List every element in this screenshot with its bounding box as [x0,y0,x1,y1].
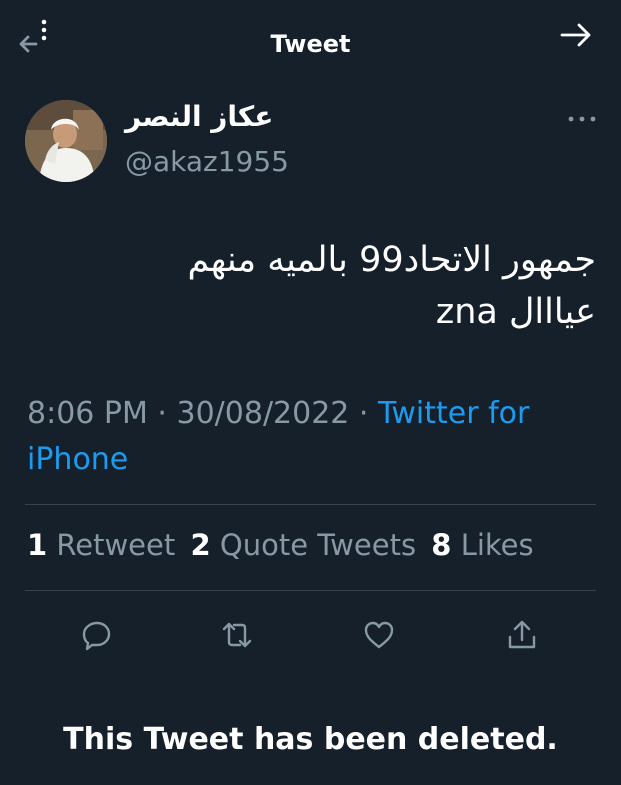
quotes-stat[interactable]: 2 Quote Tweets [190,528,416,562]
reply-icon[interactable] [80,618,114,652]
likes-stat[interactable]: 8 Likes [431,528,533,562]
tweet-timestamp: 8:06 PM · 30/08/2022 · [27,396,379,431]
tweet-text-line-2: عيااال zna [36,286,596,338]
engagement-stats: 1 Retweet 2 Quote Tweets 8 Likes [27,528,534,562]
top-bar: Tweet [0,0,621,90]
heart-icon[interactable] [362,618,396,652]
divider [25,504,596,505]
retweet-icon[interactable] [220,618,254,652]
tweet-text-word: عيااال [509,292,596,332]
avatar[interactable] [25,100,107,182]
share-icon[interactable] [505,618,539,652]
avatar-image [25,100,107,182]
likes-label: Likes [460,528,534,562]
retweets-count: 1 [27,528,48,562]
retweets-stat[interactable]: 1 Retweet [27,528,175,562]
divider [25,590,596,591]
page-title: Tweet [270,30,351,58]
tweet-text-latin: zna [435,292,498,332]
retweets-label: Retweet [56,528,176,562]
author-display-name[interactable]: عكاز النصر [125,100,325,133]
deleted-notice: This Tweet has been deleted. [63,722,558,757]
quotes-label: Quote Tweets [219,528,417,562]
more-dots-icon[interactable] [567,112,597,126]
action-bar [0,618,621,658]
tweet-text: جمهور الاتحاد99 بالميه منهم عيااال zna [36,234,596,338]
tweet-text-line-1: جمهور الاتحاد99 بالميه منهم [187,240,596,280]
likes-count: 8 [431,528,452,562]
author-handle[interactable]: @akaz1955 [125,145,289,178]
quotes-count: 2 [190,528,211,562]
tweet-metadata: 8:06 PM · 30/08/2022 · Twitter for iPhon… [27,391,587,483]
forward-arrow-icon[interactable] [559,20,593,50]
